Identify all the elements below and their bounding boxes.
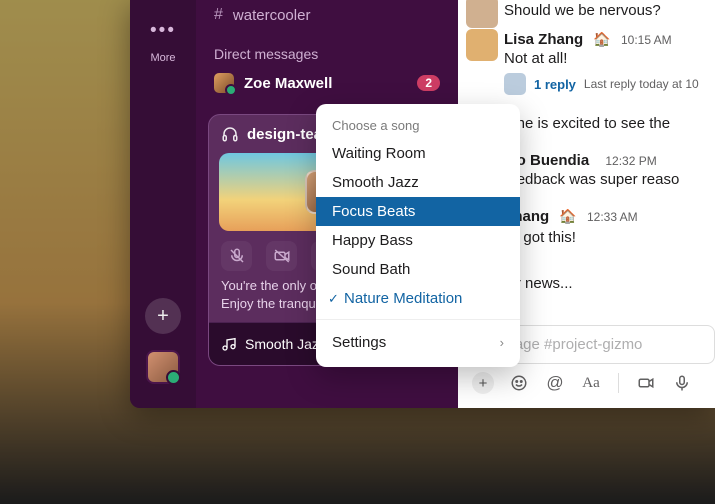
camera-button[interactable]: [266, 241, 297, 271]
avatar: [504, 73, 526, 95]
more-icon[interactable]: •••: [150, 20, 176, 42]
song-dropdown: Choose a song Waiting Room Smooth Jazz F…: [316, 104, 520, 367]
dm-name: Zoe Maxwell: [244, 75, 332, 92]
hash-icon: #: [214, 6, 223, 24]
avatar: [466, 29, 498, 61]
add-workspace-button[interactable]: +: [145, 298, 181, 334]
song-option[interactable]: Smooth Jazz: [316, 168, 520, 197]
check-icon: ✓: [328, 291, 342, 307]
current-song[interactable]: Smooth Jazz: [245, 336, 326, 352]
reply-meta: Last reply today at 10: [584, 77, 699, 91]
message-body: Should we be nervous?: [504, 2, 703, 19]
dm-zoe[interactable]: Zoe Maxwell 2: [206, 68, 448, 98]
message-body: Not at all!: [504, 50, 703, 67]
mute-button[interactable]: [221, 241, 252, 271]
song-option[interactable]: Sound Bath: [316, 255, 520, 284]
unread-badge: 2: [417, 75, 440, 91]
chevron-right-icon: ›: [500, 335, 504, 350]
house-status-icon: 🏠: [593, 31, 610, 47]
channel-name: watercooler: [233, 7, 311, 24]
video-clip-button[interactable]: [635, 372, 657, 394]
settings-label: Settings: [332, 334, 386, 351]
reply-count: 1 reply: [534, 77, 576, 92]
emoji-button[interactable]: [508, 372, 530, 394]
song-option[interactable]: ✓Nature Meditation: [316, 284, 520, 313]
message[interactable]: Should we be nervous?: [458, 2, 715, 25]
composer-toolbar: + @ Aa: [466, 364, 715, 394]
dropdown-settings[interactable]: Settings ›: [316, 326, 520, 359]
more-label: More: [150, 52, 175, 64]
formatting-button[interactable]: Aa: [580, 372, 602, 394]
mention-button[interactable]: @: [544, 372, 566, 394]
timestamp: 12:32 PM: [605, 154, 656, 168]
headphones-icon: [221, 125, 239, 143]
song-option[interactable]: Focus Beats: [316, 197, 520, 226]
audio-clip-button[interactable]: [671, 372, 693, 394]
avatar: [466, 0, 498, 28]
song-option[interactable]: Waiting Room: [316, 139, 520, 168]
avatar: [214, 73, 234, 93]
sender-name: Lisa Zhang: [504, 31, 583, 48]
dropdown-title: Choose a song: [316, 112, 520, 139]
self-avatar[interactable]: [146, 350, 180, 384]
workspace-rail: ••• More +: [130, 0, 196, 408]
music-icon: [221, 336, 237, 352]
house-status-icon: 🏠: [559, 208, 576, 224]
channel-watercooler[interactable]: # watercooler: [206, 0, 448, 30]
toolbar-divider: [618, 373, 619, 393]
timestamp: 10:15 AM: [621, 33, 672, 47]
timestamp: 12:33 AM: [587, 210, 638, 224]
dropdown-separator: [316, 319, 520, 320]
dm-section-header[interactable]: Direct messages: [206, 30, 448, 68]
message[interactable]: Lisa Zhang 🏠 10:15 AM Not at all! 1 repl…: [458, 25, 715, 101]
song-option[interactable]: Happy Bass: [316, 226, 520, 255]
attach-button[interactable]: +: [472, 372, 494, 394]
thread-summary[interactable]: 1 reply Last reply today at 10: [504, 73, 703, 95]
